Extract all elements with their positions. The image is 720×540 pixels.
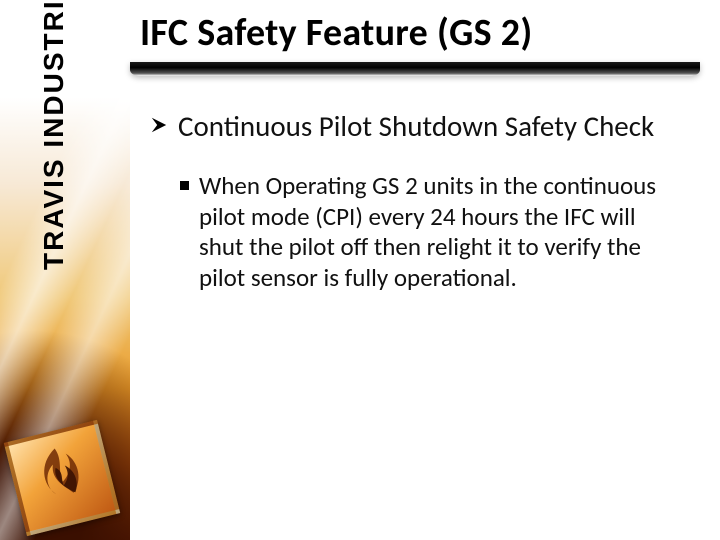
bullet-main-text: Continuous Pilot Shutdown Safety Check — [178, 110, 654, 143]
triangle-bullet-icon — [150, 116, 168, 134]
bullet-row-sub: When Operating GS 2 units in the continu… — [180, 171, 680, 293]
brand-text: TRAVIS INDUSTRIES — [38, 0, 70, 270]
bullet-sub-text: When Operating GS 2 units in the continu… — [199, 171, 659, 293]
title-area: IFC Safety Feature (GS 2) — [140, 10, 700, 76]
brand-logo-tile — [4, 420, 120, 536]
square-bullet-icon — [180, 181, 189, 190]
side-graphic-band: TRAVIS INDUSTRIES — [0, 0, 130, 540]
bullet-row-main: Continuous Pilot Shutdown Safety Check — [150, 110, 680, 143]
slide-title: IFC Safety Feature (GS 2) — [140, 10, 700, 56]
flame-swirl-icon — [16, 432, 108, 524]
slide: TRAVIS INDUSTRIES IFC Safety Feature (GS… — [0, 0, 720, 540]
slide-body: Continuous Pilot Shutdown Safety Check W… — [150, 110, 680, 293]
title-underline — [130, 62, 700, 76]
